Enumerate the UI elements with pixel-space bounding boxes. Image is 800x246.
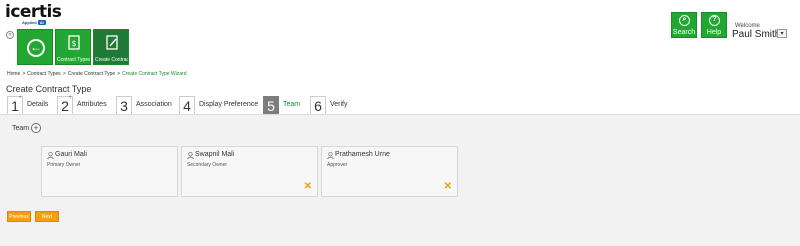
breadcrumb-current: Create Contract Type Wizard	[122, 71, 187, 77]
wizard-steps: 1 * Details 2 * Attributes 3 Association…	[0, 96, 800, 118]
user-name[interactable]: Paul Smith	[732, 29, 780, 40]
edit-document-icon	[106, 35, 118, 50]
contract-types-button[interactable]: $ Contract Types	[55, 29, 91, 65]
team-member-card: Gauri Mali Primary Owner	[41, 146, 178, 197]
page-title: Create Contract Type	[6, 84, 92, 94]
team-heading: Team	[12, 125, 30, 132]
help-button[interactable]: ? Help	[701, 12, 727, 38]
member-role: Approver	[327, 162, 348, 168]
member-role: Secondary Owner	[187, 162, 228, 168]
member-role: Primary Owner	[47, 162, 81, 168]
back-button[interactable]: ←	[17, 29, 53, 65]
previous-button[interactable]: Previous	[7, 211, 31, 222]
user-menu-dropdown[interactable]: ▾	[777, 29, 787, 38]
create-contract-type-label: Create Contract T...	[95, 57, 128, 63]
logo-wordmark: icertis	[5, 2, 62, 22]
team-member-card: Prathamesh Urne Approver ✕	[321, 146, 458, 197]
member-name: Prathamesh Urne	[335, 151, 390, 158]
required-marker: *	[19, 96, 22, 102]
search-button[interactable]: ⌕ Search	[671, 12, 697, 38]
user-icon	[327, 152, 334, 159]
required-marker: *	[69, 96, 72, 102]
contract-document-icon: $	[68, 35, 80, 50]
member-name: Gauri Mali	[55, 151, 87, 158]
user-icon	[187, 152, 194, 159]
step-label: Team	[283, 101, 301, 108]
breadcrumb-home[interactable]: Home	[7, 71, 20, 77]
remove-member-icon[interactable]: ✕	[304, 182, 312, 192]
user-icon	[47, 152, 54, 159]
search-icon: ⌕	[679, 15, 690, 26]
create-contract-type-button[interactable]: Create Contract T...	[93, 29, 129, 65]
step-label: Attributes	[77, 101, 107, 108]
step-label: Verify	[330, 101, 348, 108]
search-label: Search	[672, 29, 696, 36]
team-member-card: Swapnil Mali Secondary Owner ✕	[181, 146, 318, 197]
step-label: Display Preference	[199, 101, 259, 108]
svg-text:$: $	[71, 39, 76, 48]
remove-member-icon[interactable]: ✕	[444, 182, 452, 192]
icertis-logo: icertis Applied AI	[5, 2, 62, 25]
collapse-icon[interactable]: «	[6, 31, 14, 39]
breadcrumb: Home > Contract Types > Create Contract Type…	[7, 71, 187, 77]
arrow-left-icon: ←	[27, 39, 45, 57]
next-button[interactable]: Next	[35, 211, 59, 222]
help-icon: ?	[709, 15, 720, 26]
step-label: Details	[27, 101, 49, 108]
breadcrumb-contract-types[interactable]: Contract Types	[27, 71, 61, 77]
step-label: Association	[136, 101, 172, 108]
help-label: Help	[706, 29, 722, 36]
breadcrumb-create-contract-type[interactable]: Create Contract Type	[68, 71, 115, 77]
member-name: Swapnil Mali	[195, 151, 235, 158]
add-team-member-button[interactable]: +	[31, 123, 41, 133]
contract-types-label: Contract Types	[57, 57, 90, 63]
logo-tagline: Applied AI	[22, 20, 46, 25]
